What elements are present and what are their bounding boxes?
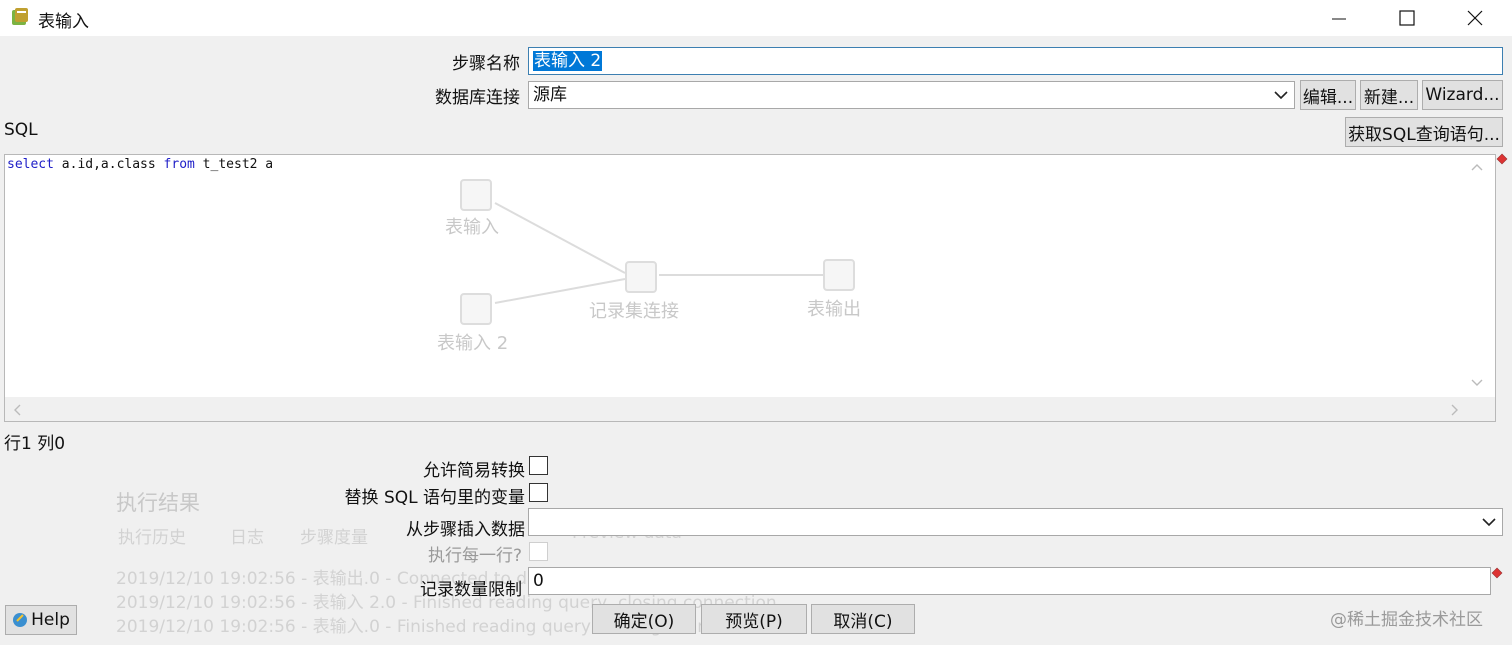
preview-button[interactable]: 预览(P)	[701, 604, 807, 634]
horizontal-scrollbar[interactable]	[5, 397, 1495, 421]
ok-button[interactable]: 确定(O)	[592, 604, 696, 634]
cancel-button[interactable]: 取消(C)	[811, 604, 915, 634]
minimize-button[interactable]	[1308, 0, 1370, 36]
variable-marker-icon	[1496, 153, 1508, 165]
chevron-down-icon	[1274, 91, 1288, 100]
close-button[interactable]	[1444, 0, 1506, 36]
allow-lazy-conversion-label: 允许简易转换	[423, 461, 525, 481]
row-limit-input[interactable]: 0	[528, 567, 1491, 595]
allow-lazy-conversion-checkbox[interactable]	[529, 456, 548, 475]
row-limit-label: 记录数量限制	[420, 580, 522, 600]
scroll-up-icon[interactable]	[1471, 163, 1483, 171]
execute-each-row-label: 执行每一行?	[427, 546, 522, 566]
execute-each-row-checkbox	[529, 542, 548, 561]
maximize-icon	[1399, 10, 1415, 26]
step-name-input[interactable]: 表输入 2	[528, 47, 1503, 75]
sql-editor[interactable]: select a.id,a.class from t_test2 a 表输入 表…	[4, 154, 1496, 422]
variable-marker-icon	[1491, 567, 1503, 579]
chevron-down-icon	[1482, 518, 1496, 527]
insert-from-step-select[interactable]	[528, 508, 1503, 536]
close-icon	[1467, 10, 1483, 26]
ghost-hop-lines	[494, 202, 823, 304]
watermark: @稀土掘金技术社区	[1330, 610, 1483, 630]
minimize-icon	[1332, 18, 1346, 20]
scroll-right-icon[interactable]	[1451, 404, 1459, 416]
replace-variables-checkbox[interactable]	[529, 483, 548, 502]
db-connection-select[interactable]: 源库	[528, 81, 1295, 109]
step-name-label: 步骤名称	[452, 54, 520, 74]
db-connection-value: 源库	[533, 85, 567, 105]
wizard-button[interactable]: Wizard...	[1422, 80, 1503, 110]
ghost-results-title: 执行结果	[116, 491, 200, 515]
help-button[interactable]: Help	[5, 605, 77, 635]
scroll-down-icon[interactable]	[1471, 379, 1483, 387]
title-bar: 表输入	[0, 0, 1512, 36]
cursor-position: 行1 列0	[4, 434, 66, 454]
replace-variables-label: 替换 SQL 语句里的变量	[344, 488, 525, 508]
ghost-tab: 执行历史	[118, 528, 186, 548]
scroll-left-icon[interactable]	[13, 404, 21, 416]
app-icon	[12, 8, 28, 25]
insert-from-step-label: 从步骤插入数据	[406, 520, 525, 540]
sql-label: SQL	[4, 120, 38, 140]
maximize-button[interactable]	[1376, 0, 1438, 36]
help-icon	[13, 613, 28, 627]
db-connection-label: 数据库连接	[435, 88, 520, 108]
get-sql-button[interactable]: 获取SQL查询语句...	[1345, 117, 1503, 147]
edit-connection-button[interactable]: 编辑...	[1300, 80, 1356, 110]
new-connection-button[interactable]: 新建...	[1360, 80, 1418, 110]
window-title: 表输入	[38, 12, 89, 32]
ghost-tab: 日志	[230, 528, 264, 548]
